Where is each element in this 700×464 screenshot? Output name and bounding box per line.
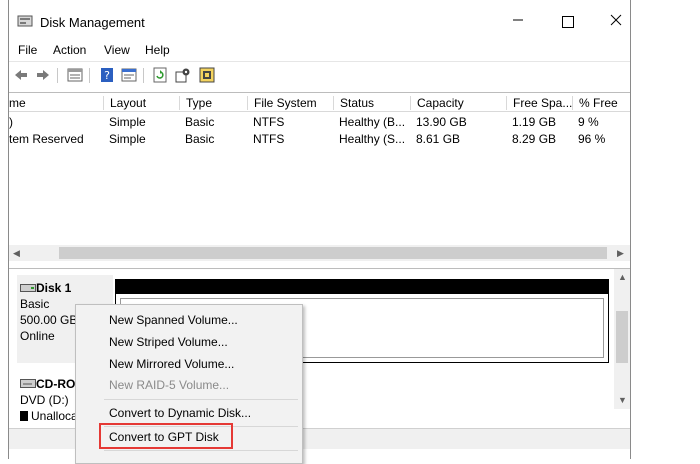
cell-layout: Simple — [109, 132, 146, 146]
column-header-percent-free[interactable]: % Free — [572, 96, 630, 110]
menu-view[interactable]: View — [104, 43, 130, 57]
table-row[interactable]: tem Reserved Simple Basic NTFS Healthy (… — [9, 130, 630, 147]
refresh-icon[interactable] — [152, 67, 168, 83]
scroll-right-icon[interactable]: ▶ — [617, 248, 624, 259]
cell-free-space: 1.19 GB — [512, 115, 557, 129]
menu-separator — [104, 399, 298, 400]
cell-capacity: 8.61 GB — [416, 132, 461, 146]
rescan-icon[interactable] — [199, 67, 215, 83]
cell-percent-free: 96 % — [578, 132, 606, 146]
vertical-scrollbar[interactable]: ▲ ▼ — [614, 269, 630, 409]
cd-rom-drive: DVD (D:) — [20, 393, 69, 407]
minimize-button[interactable] — [496, 8, 540, 36]
disk-1-partition-bar — [115, 279, 609, 293]
close-icon — [610, 14, 622, 26]
scroll-left-icon[interactable]: ◀ — [13, 248, 20, 259]
menu-file[interactable]: File — [18, 43, 37, 57]
disk-management-icon — [17, 15, 33, 27]
menu-item-new-mirrored-volume[interactable]: New Mirrored Volume... — [109, 357, 234, 371]
properties-icon[interactable] — [121, 67, 137, 83]
maximize-button[interactable] — [546, 8, 590, 36]
cell-status: Healthy (S... — [339, 132, 406, 146]
menu-help[interactable]: Help — [145, 43, 170, 57]
help-icon[interactable]: ? — [99, 67, 115, 83]
cell-file-system: NTFS — [253, 115, 285, 129]
title-bar: Disk Management — [9, 0, 630, 38]
column-header-layout[interactable]: Layout — [103, 96, 179, 110]
volume-list-header: me Layout Type File System Status Capaci… — [9, 93, 630, 112]
toolbar-separator — [57, 68, 58, 83]
cell-volume: tem Reserved — [9, 132, 84, 146]
menu-item-new-spanned-volume[interactable]: New Spanned Volume... — [109, 313, 238, 327]
column-header-status[interactable]: Status — [333, 96, 410, 110]
disk-1-type: Basic — [20, 297, 50, 311]
menu-item-new-raid5-volume: New RAID-5 Volume... — [109, 378, 230, 392]
toolbar-separator — [89, 68, 90, 83]
volume-list: me Layout Type File System Status Capaci… — [9, 92, 630, 261]
back-icon[interactable] — [13, 67, 29, 83]
column-header-type[interactable]: Type — [179, 96, 247, 110]
maximize-icon — [562, 16, 574, 29]
cell-file-system: NTFS — [253, 132, 285, 146]
settings-icon[interactable] — [175, 67, 191, 83]
disk-1-name: Disk 1 — [20, 281, 71, 295]
minimize-icon — [513, 19, 523, 21]
column-header-capacity[interactable]: Capacity — [410, 96, 506, 110]
scroll-down-icon[interactable]: ▼ — [618, 395, 627, 405]
vertical-scroll-thumb[interactable] — [616, 311, 628, 363]
svg-text:?: ? — [104, 69, 110, 82]
disk-1-size: 500.00 GB — [20, 313, 78, 327]
list-view-icon[interactable] — [67, 67, 83, 83]
menu-item-convert-to-dynamic-disk[interactable]: Convert to Dynamic Disk... — [109, 406, 251, 420]
cd-rom-icon — [20, 379, 36, 388]
toolbar: ? — [9, 61, 630, 88]
forward-icon[interactable] — [35, 67, 51, 83]
menu-bar: File Action View Help — [9, 38, 630, 60]
highlight-box — [99, 423, 233, 449]
cell-status: Healthy (B... — [339, 115, 406, 129]
cell-volume: ) — [9, 115, 13, 129]
horizontal-scroll-thumb[interactable] — [59, 247, 607, 259]
cd-rom-state: Unalloca — [20, 409, 78, 423]
cell-type: Basic — [185, 115, 215, 129]
disk-1-status: Online — [20, 329, 55, 343]
unallocated-swatch — [20, 411, 28, 421]
menu-item-new-striped-volume[interactable]: New Striped Volume... — [109, 335, 228, 349]
cell-free-space: 8.29 GB — [512, 132, 557, 146]
cell-type: Basic — [185, 132, 215, 146]
column-header-file-system[interactable]: File System — [247, 96, 333, 110]
window-title: Disk Management — [40, 15, 145, 30]
column-header-free-space[interactable]: Free Spa... — [506, 96, 572, 110]
menu-action[interactable]: Action — [53, 43, 86, 57]
cell-layout: Simple — [109, 115, 146, 129]
cell-percent-free: 9 % — [578, 115, 599, 129]
column-header-name[interactable]: me — [9, 96, 103, 110]
toolbar-separator — [143, 68, 144, 83]
menu-separator — [104, 450, 298, 451]
cd-rom-name: CD-RO — [20, 377, 75, 391]
close-button[interactable] — [594, 8, 630, 36]
cell-capacity: 13.90 GB — [416, 115, 467, 129]
scroll-up-icon[interactable]: ▲ — [618, 272, 627, 282]
disk-drive-icon — [20, 284, 36, 292]
table-row[interactable]: ) Simple Basic NTFS Healthy (B... 13.90 … — [9, 113, 630, 130]
horizontal-scrollbar[interactable]: ◀ ▶ — [9, 245, 630, 261]
